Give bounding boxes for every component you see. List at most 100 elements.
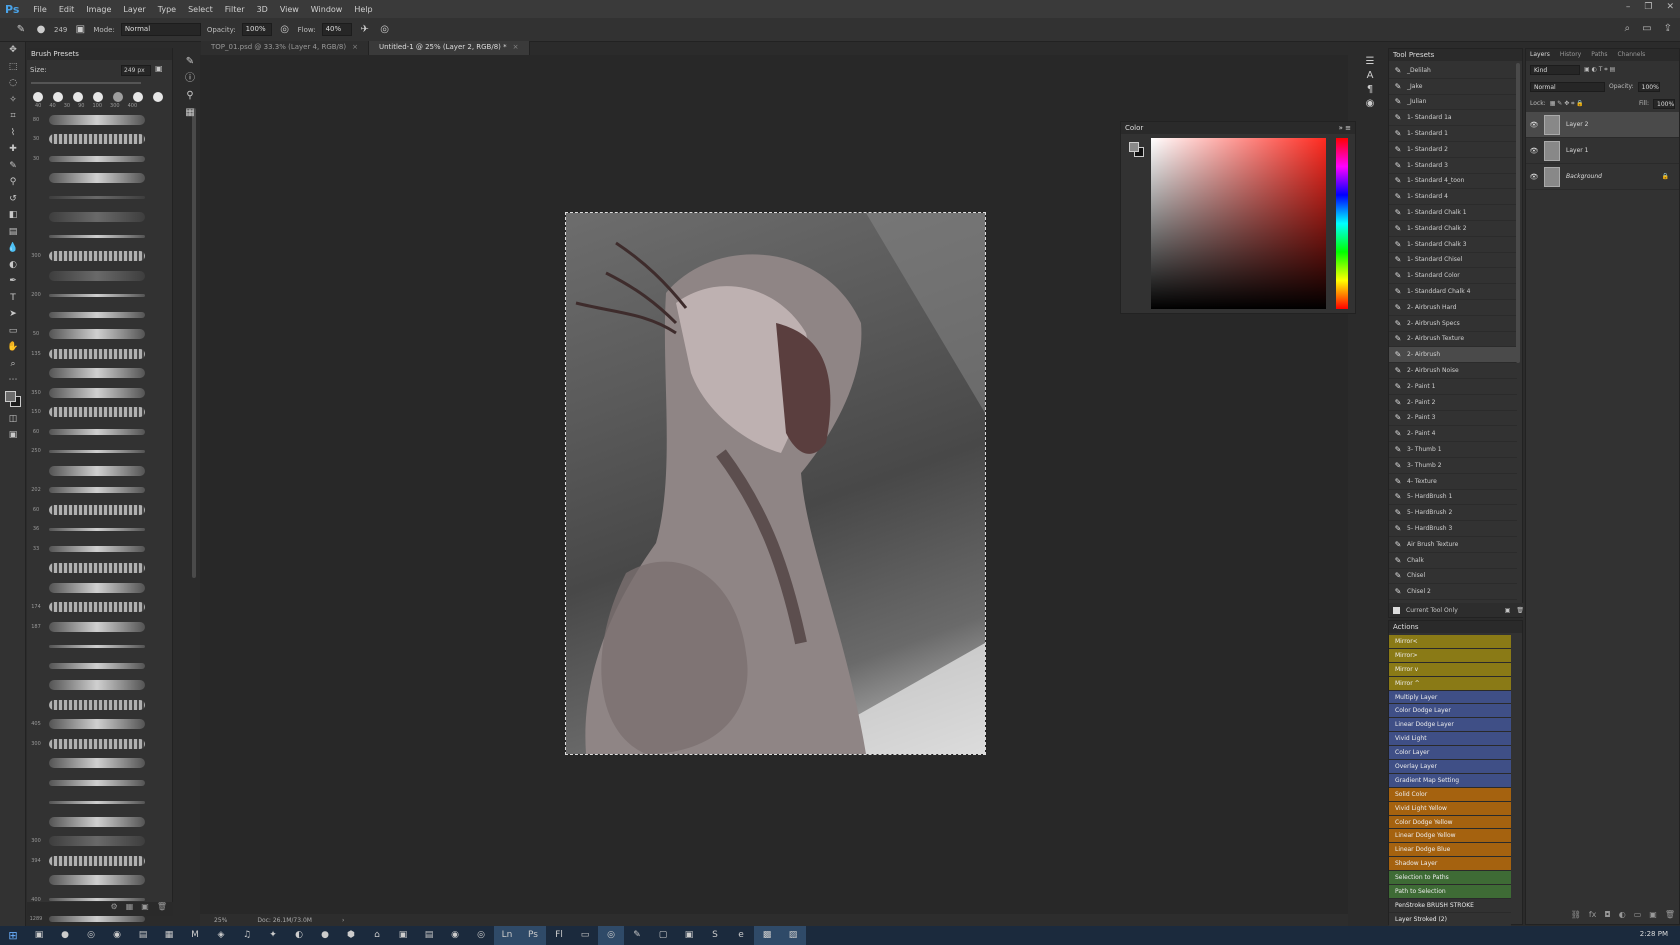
brush-preset-row[interactable]: 50: [27, 325, 169, 345]
eyedropper-tool-icon[interactable]: ⌇: [0, 125, 26, 142]
brush-tip[interactable]: [153, 92, 163, 102]
size-field[interactable]: 249 px: [121, 64, 151, 76]
brush-settings-icon[interactable]: ✎: [183, 55, 197, 69]
taskbar-app-icon[interactable]: ▢: [650, 926, 676, 945]
character-icon[interactable]: A: [1363, 69, 1377, 83]
status-arrow-icon[interactable]: ›: [342, 917, 344, 924]
close-tab-icon[interactable]: ×: [513, 43, 519, 51]
action-button[interactable]: Linear Dodge Layer: [1389, 718, 1511, 733]
action-button[interactable]: Overlay Layer: [1389, 760, 1511, 774]
shape-tool-icon[interactable]: ▭: [0, 323, 26, 340]
action-button[interactable]: Mirror>: [1389, 648, 1511, 663]
crop-tool-icon[interactable]: ⌗: [0, 108, 26, 125]
document-tab-active[interactable]: Untitled-1 @ 25% (Layer 2, RGB/8) * ×: [368, 41, 530, 55]
visibility-eye-icon[interactable]: 👁: [1526, 173, 1542, 181]
more-tools-icon[interactable]: ⋯: [0, 372, 26, 389]
tool-preset-item[interactable]: ✎ Air Brush Texture: [1389, 537, 1517, 553]
brush-preset-row[interactable]: 405: [27, 715, 169, 735]
brush-preset-row[interactable]: 30: [27, 130, 169, 150]
new-preset-icon[interactable]: ▣: [1505, 607, 1511, 614]
search-icon[interactable]: ⌕: [1625, 23, 1631, 34]
menu-filter[interactable]: Filter: [219, 5, 251, 14]
tool-preset-item[interactable]: ✎ 3- Thumb 1: [1389, 442, 1517, 458]
action-button[interactable]: Mirror ^: [1389, 676, 1511, 691]
brush-preset-row[interactable]: 300: [27, 734, 169, 754]
action-button[interactable]: Layer Stroked (2): [1389, 912, 1511, 927]
taskbar-app-icon[interactable]: ▨: [780, 926, 806, 945]
brush-panel-toggle-icon[interactable]: ▣: [73, 23, 87, 37]
brush-preset-row[interactable]: [27, 305, 169, 325]
tool-preset-item[interactable]: ✎ 1- Standard Chalk 1: [1389, 205, 1517, 221]
action-button[interactable]: Gradient Map Setting: [1389, 773, 1511, 788]
taskbar-app-icon[interactable]: ◐: [286, 926, 312, 945]
fill-field[interactable]: 100%: [1653, 98, 1675, 109]
mode-select[interactable]: Normal: [120, 23, 201, 36]
filter-icons[interactable]: ▣ ◐ T ⌗ ▤: [1584, 66, 1615, 74]
action-button[interactable]: Color Dodge Yellow: [1389, 815, 1511, 830]
taskbar-app-icon[interactable]: ▣: [676, 926, 702, 945]
brush-preset-row[interactable]: [27, 812, 169, 832]
visibility-eye-icon[interactable]: 👁: [1526, 121, 1542, 129]
taskbar-app-icon[interactable]: ▤: [130, 926, 156, 945]
panel-menu-icon[interactable]: » ≡: [1339, 124, 1351, 132]
tool-preset-item[interactable]: ✎ 1- Standard Chalk 2: [1389, 221, 1517, 237]
zoom-tool-icon[interactable]: ⌕: [0, 356, 26, 373]
minimize-icon[interactable]: –: [1626, 2, 1631, 12]
taskbar-app-icon[interactable]: ▩: [754, 926, 780, 945]
taskbar-app-icon[interactable]: e: [728, 926, 754, 945]
type-tool-icon[interactable]: T: [0, 290, 26, 307]
brush-preset-row[interactable]: [27, 773, 169, 793]
color-foreground-swatch[interactable]: [1129, 142, 1139, 152]
taskbar-photoshop-icon[interactable]: Ps: [520, 926, 546, 945]
action-button[interactable]: Vivid Light: [1389, 732, 1511, 747]
brush-preset-row[interactable]: 200: [27, 286, 169, 306]
tool-preset-item[interactable]: ✎ 1- Standard 1a: [1389, 110, 1517, 127]
brush-preset-row[interactable]: [27, 461, 169, 481]
tool-preset-item[interactable]: ✎ 2- Airbrush Specs: [1389, 316, 1517, 332]
properties-icon[interactable]: ☰: [1363, 55, 1377, 69]
brush-preset-row[interactable]: 150: [27, 403, 169, 423]
layer-row-background[interactable]: 👁 Background 🔒: [1526, 164, 1679, 190]
gradient-tool-icon[interactable]: ▤: [0, 224, 26, 241]
taskbar-chrome-icon[interactable]: ◎: [598, 926, 624, 945]
pen-tool-icon[interactable]: ✒: [0, 273, 26, 290]
layer-name[interactable]: Background: [1566, 173, 1602, 180]
taskbar-app-icon[interactable]: Ln: [494, 926, 520, 945]
taskbar-app-icon[interactable]: Fl: [546, 926, 572, 945]
action-button[interactable]: Mirror<: [1389, 635, 1511, 649]
layer-name[interactable]: Layer 2: [1566, 121, 1588, 128]
brush-preset-row[interactable]: [27, 676, 169, 696]
taskbar-app-icon[interactable]: ▦: [156, 926, 182, 945]
menu-type[interactable]: Type: [152, 5, 182, 14]
brush-preset-row[interactable]: 36: [27, 520, 169, 540]
brush-preset-row[interactable]: 202: [27, 481, 169, 501]
delete-brush-icon[interactable]: 🗑: [157, 902, 167, 916]
brush-preset-row[interactable]: 187: [27, 617, 169, 637]
layer-row-layer-1[interactable]: 👁 Layer 1: [1526, 138, 1679, 164]
action-button[interactable]: Linear Dodge Yellow: [1389, 829, 1511, 844]
brush-preset-row[interactable]: 80: [27, 110, 169, 130]
opacity-field[interactable]: 100%: [241, 23, 272, 36]
brush-preset-row[interactable]: 135: [27, 344, 169, 364]
tool-preset-item[interactable]: ✎ 2- Paint 3: [1389, 411, 1517, 427]
action-button[interactable]: Mirror v: [1389, 662, 1511, 677]
action-button[interactable]: Solid Color: [1389, 787, 1511, 802]
action-button[interactable]: PenStroke BRUSH STROKE: [1389, 898, 1511, 913]
visibility-eye-icon[interactable]: 👁: [1526, 147, 1542, 155]
new-preset-icon[interactable]: ▣: [155, 64, 169, 76]
brush-tool-icon[interactable]: ✎: [14, 23, 28, 37]
tool-preset-item[interactable]: ✎ _Jake: [1389, 79, 1517, 95]
hand-tool-icon[interactable]: ✋: [0, 339, 26, 356]
brush-tip[interactable]: [33, 92, 43, 102]
start-button-icon[interactable]: ⊞: [0, 926, 26, 945]
tab-channels[interactable]: Channels: [1618, 51, 1646, 59]
tool-preset-item[interactable]: ✎ _Julian: [1389, 95, 1517, 111]
tool-preset-item[interactable]: ✎ 1- Standdard Chalk 4: [1389, 284, 1517, 300]
taskbar-app-icon[interactable]: ⬢: [338, 926, 364, 945]
brush-preset-row[interactable]: [27, 578, 169, 598]
action-button[interactable]: Color Layer: [1389, 746, 1511, 761]
brush-preset-row[interactable]: 60: [27, 422, 169, 442]
brush-preset-row[interactable]: [27, 188, 169, 208]
layer-name[interactable]: Layer 1: [1566, 147, 1588, 154]
brush-preset-row[interactable]: [27, 266, 169, 286]
